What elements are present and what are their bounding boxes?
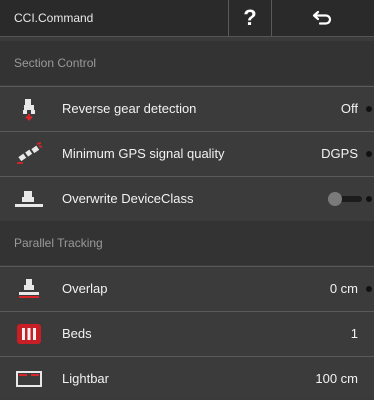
- help-button[interactable]: ?: [228, 0, 272, 36]
- row-value: 1: [350, 326, 358, 341]
- toggle-knob: [328, 192, 342, 206]
- row-lightbar[interactable]: Lightbar 100 cm: [0, 356, 374, 400]
- dropdown-marker-icon: [366, 105, 372, 112]
- row-label: Overwrite DeviceClass: [62, 191, 194, 206]
- row-reverse-gear-detection[interactable]: Reverse gear detection Off: [0, 86, 374, 130]
- section-header-parallel-tracking: Parallel Tracking: [0, 221, 374, 265]
- row-value: 0 cm: [329, 281, 358, 296]
- row-overlap[interactable]: Overlap 0 cm: [0, 266, 374, 310]
- deviceclass-toggle[interactable]: [328, 192, 362, 206]
- row-label: Beds: [62, 326, 92, 341]
- tractor-reverse-icon: [14, 95, 44, 123]
- row-label: Minimum GPS signal quality: [62, 146, 225, 161]
- satellite-icon: [14, 140, 44, 168]
- row-overwrite-deviceclass[interactable]: Overwrite DeviceClass: [0, 176, 374, 220]
- implement-icon: [14, 185, 44, 213]
- header-bar: CCI.Command ?: [0, 0, 374, 37]
- overlap-icon: [14, 275, 44, 303]
- screen: CCI.Command ? Section Control Reverse ge…: [0, 0, 374, 396]
- row-label: Lightbar: [62, 371, 109, 386]
- row-value: 100 cm: [315, 371, 358, 386]
- dropdown-marker-icon: [366, 150, 372, 157]
- row-value: DGPS: [321, 146, 358, 161]
- row-beds[interactable]: Beds 1: [0, 311, 374, 355]
- section-title: Section Control: [14, 56, 97, 70]
- dropdown-marker-icon: [366, 285, 372, 292]
- row-label: Overlap: [62, 281, 108, 296]
- app-title: CCI.Command: [14, 11, 94, 25]
- section-header-section-control: Section Control: [0, 41, 374, 85]
- section-title: Parallel Tracking: [14, 236, 103, 250]
- row-minimum-gps-signal-quality[interactable]: Minimum GPS signal quality DGPS: [0, 131, 374, 175]
- row-label: Reverse gear detection: [62, 101, 197, 116]
- row-value: Off: [340, 101, 358, 116]
- back-arrow-icon: [312, 10, 332, 25]
- help-icon: ?: [243, 5, 257, 30]
- toggle-marker-icon: [366, 195, 372, 202]
- back-button[interactable]: [272, 0, 374, 36]
- beds-icon: [14, 320, 44, 348]
- lightbar-icon: [14, 365, 44, 393]
